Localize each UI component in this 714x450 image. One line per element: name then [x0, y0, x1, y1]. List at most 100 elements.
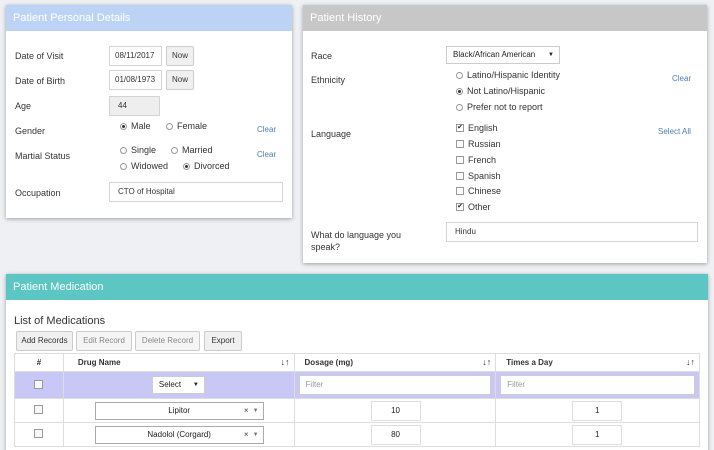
times-filter-cell: Filter [495, 371, 700, 399]
row-checkbox[interactable] [34, 429, 44, 438]
sort-icon[interactable]: ↓↑ [686, 357, 695, 367]
filter-select-all-cell [14, 371, 64, 399]
times-input[interactable]: 1 [572, 424, 623, 445]
table-header-row: # Drug Name ↓↑ Dosage (mg) ↓↑ Times a Day ↓… [14, 353, 700, 372]
occupation-label: Occupation [15, 188, 61, 198]
radio-checked-icon [456, 87, 463, 95]
language-option-chinese[interactable]: Chinese [456, 186, 501, 196]
race-label: Race [311, 51, 333, 61]
patient-history-header: Patient History [303, 5, 707, 31]
checkbox-unchecked-icon [456, 156, 464, 164]
patient-medication-header: Patient Medication [6, 274, 708, 300]
other-language-label: What do language you speak? [311, 230, 402, 252]
radio-checked-icon [120, 122, 127, 130]
occupation-input[interactable]: CTO of Hospital [109, 182, 283, 202]
ethnicity-label: Ethnicity [311, 75, 346, 85]
personal-details-panel: Patient Personal Details Date of Visit 0… [6, 5, 292, 218]
times-cell: 1 [495, 398, 700, 423]
date-of-birth-now-button[interactable]: Now [166, 70, 194, 90]
personal-details-header: Patient Personal Details [6, 5, 292, 31]
ethnicity-option-prefer-not[interactable]: Prefer not to report [456, 102, 543, 112]
radio-unchecked-icon [166, 122, 173, 130]
date-of-birth-input[interactable]: 01/08/1973 [109, 70, 162, 90]
language-option-russian[interactable]: Russian [456, 139, 501, 149]
language-option-french[interactable]: French [456, 155, 496, 165]
drug-name-cell: Nadolol (Corgard) × ▼ [62, 422, 295, 447]
marital-option-widowed[interactable]: Widowed [120, 161, 168, 171]
dosage-input[interactable]: 10 [370, 400, 421, 421]
delete-record-button[interactable]: Delete Record [135, 331, 200, 351]
caret-down-icon: ▼ [548, 52, 554, 58]
date-of-visit-label: Date of Visit [15, 51, 64, 61]
age-label: Age [15, 101, 32, 111]
patient-history-panel: Patient History Race Black/African Ameri… [303, 5, 707, 263]
checkbox-checked-icon: ✔ [456, 124, 464, 132]
gender-option-female[interactable]: Female [166, 121, 207, 131]
radio-unchecked-icon [456, 103, 463, 111]
table-row: Lipitor × ▼ 10 1 [14, 398, 700, 423]
row-checkbox[interactable] [34, 405, 44, 414]
drug-name-select[interactable]: Nadolol (Corgard) × ▼ [94, 425, 264, 444]
caret-down-icon: ▼ [252, 431, 259, 438]
checkbox-unchecked-icon [456, 187, 464, 195]
times-cell: 1 [495, 422, 700, 447]
radio-unchecked-icon [120, 162, 127, 170]
table-row: Nadolol (Corgard) × ▼ 80 1 [14, 422, 700, 447]
column-header-times-a-day[interactable]: Times a Day ↓↑ [495, 353, 700, 372]
marital-option-divorced[interactable]: Divorced [183, 161, 230, 171]
gender-clear-link[interactable]: Clear [257, 125, 276, 134]
export-button[interactable]: Export [204, 331, 242, 351]
marital-status-label: Martial Status [15, 151, 71, 161]
dosage-filter-input[interactable]: Filter [298, 375, 492, 395]
language-label: Language [311, 129, 352, 139]
edit-record-button[interactable]: Edit Record [76, 331, 132, 351]
filter-row: Select ▼ Filter Filter [14, 371, 700, 399]
gender-option-male[interactable]: Male [120, 121, 151, 131]
column-header-dosage[interactable]: Dosage (mg) ↓↑ [293, 353, 497, 372]
date-of-visit-now-button[interactable]: Now [166, 46, 194, 66]
radio-unchecked-icon [456, 71, 463, 79]
column-header-num: # [14, 353, 64, 372]
radio-unchecked-icon [171, 146, 178, 154]
drug-name-select[interactable]: Lipitor × ▼ [94, 401, 264, 420]
select-all-checkbox[interactable] [34, 379, 44, 389]
sort-icon[interactable]: ↓↑ [281, 357, 290, 367]
row-select-cell [14, 398, 64, 423]
sort-icon[interactable]: ↓↑ [482, 357, 491, 367]
dosage-cell: 80 [293, 422, 497, 447]
times-filter-input[interactable]: Filter [500, 375, 695, 395]
caret-down-icon: ▼ [192, 382, 199, 388]
dosage-filter-cell: Filter [293, 371, 497, 399]
other-language-input[interactable]: Hindu [446, 222, 698, 242]
clear-icon[interactable]: × [244, 427, 249, 443]
ethnicity-clear-link[interactable]: Clear [672, 74, 691, 83]
radio-checked-icon [183, 162, 190, 170]
marital-option-single[interactable]: Single [120, 145, 156, 155]
add-records-button[interactable]: Add Records [16, 331, 73, 351]
ethnicity-option-latino[interactable]: Latino/Hispanic Identity [456, 70, 560, 80]
dosage-input[interactable]: 80 [370, 424, 421, 445]
checkbox-unchecked-icon [456, 172, 464, 180]
times-input[interactable]: 1 [572, 400, 623, 421]
language-option-other[interactable]: ✔ Other [456, 202, 491, 212]
ethnicity-option-not-latino[interactable]: Not Latino/Hispanic [456, 86, 545, 96]
row-select-cell [14, 422, 64, 447]
age-input[interactable]: 44 [109, 96, 160, 116]
marital-clear-link[interactable]: Clear [257, 150, 276, 159]
drug-name-cell: Lipitor × ▼ [62, 398, 295, 423]
marital-option-married[interactable]: Married [171, 145, 213, 155]
medications-list-title: List of Medications [14, 315, 106, 327]
dosage-cell: 10 [293, 398, 497, 423]
date-of-visit-input[interactable]: 08/11/2017 [109, 46, 162, 66]
checkbox-checked-icon: ✔ [456, 203, 464, 211]
caret-down-icon: ▼ [252, 407, 259, 414]
column-header-drug-name[interactable]: Drug Name ↓↑ [62, 353, 295, 372]
language-option-spanish[interactable]: Spanish [456, 171, 501, 181]
gender-label: Gender [15, 126, 46, 136]
clear-icon[interactable]: × [244, 403, 249, 419]
race-select[interactable]: Black/African American ▼ [446, 46, 560, 64]
language-select-all-link[interactable]: Select All [658, 127, 691, 136]
language-option-english[interactable]: ✔ English [456, 123, 498, 133]
drug-filter-select[interactable]: Select ▼ [151, 376, 205, 394]
medications-table: # Drug Name ↓↑ Dosage (mg) ↓↑ Times a Day ↓… [14, 353, 700, 447]
